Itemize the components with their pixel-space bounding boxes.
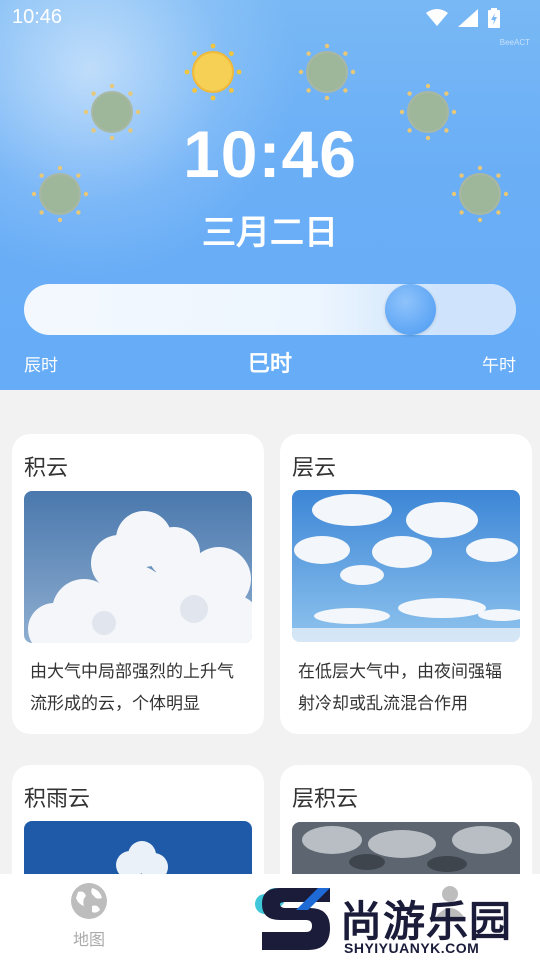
sun-active-icon — [181, 40, 245, 104]
watermark-subtitle: SHYIYUANYK.COM — [344, 940, 480, 956]
cloud-card-cumulus[interactable]: 积云 由大气中局部强烈的上升气流形成的云，个体明显 — [12, 434, 264, 734]
card-description: 在低层大气中，由夜间强辐射冷却或乱流混合作用 — [298, 662, 502, 714]
card-title: 积雨云 — [24, 787, 91, 812]
watermark-text: BeeACT — [499, 38, 530, 47]
sun-icon — [295, 40, 359, 104]
card-title: 层云 — [292, 456, 337, 481]
cloud-card-stratus[interactable]: 层云 在低层大气中，由夜间强辐射冷却或乱流混合作用 — [280, 434, 532, 734]
card-title: 积云 — [24, 456, 69, 481]
cloud-photo — [24, 491, 252, 643]
status-icons — [426, 8, 500, 32]
slider-track-remaining — [436, 284, 516, 335]
lunar-date: 三月二日 — [202, 213, 338, 253]
tab-label: 地图 — [72, 930, 105, 949]
status-time: 10:46 — [12, 6, 63, 28]
hero-header: 10:46 BeeACT 10:46 三月二日 辰时 巳时 午时 — [0, 0, 540, 390]
clock-display: 10:46 — [183, 117, 357, 191]
card-title: 层积云 — [292, 787, 359, 812]
globe-icon — [70, 883, 108, 924]
wifi-icon — [426, 9, 448, 31]
tab-map[interactable]: 地图 — [44, 882, 134, 950]
site-watermark: 尚游乐园 SHYIYUANYK.COM — [252, 880, 540, 960]
slider-label-end: 午时 — [482, 356, 516, 376]
status-bar: 10:46 BeeACT — [0, 0, 540, 47]
time-slider[interactable] — [24, 284, 516, 335]
battery-icon — [488, 8, 500, 32]
card-description: 由大气中局部强烈的上升气流形成的云，个体明显 — [30, 662, 234, 714]
signal-icon — [458, 9, 478, 31]
cloud-photo — [292, 490, 520, 642]
slider-thumb[interactable] — [385, 284, 436, 335]
slider-label-current: 巳时 — [247, 352, 292, 377]
